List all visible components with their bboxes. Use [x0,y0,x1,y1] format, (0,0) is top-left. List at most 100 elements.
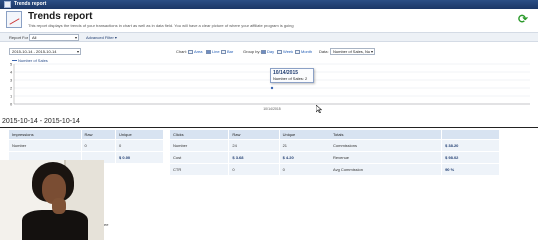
chart-controls: 2015-10-14 - 2015-10-14 ▾ Chart: Area Li… [0,47,538,56]
page-header: Trends report This report displays the t… [0,9,538,31]
date-range-select[interactable]: 2015-10-14 - 2015-10-14 ▾ [9,48,81,55]
column-header [441,130,500,139]
group-option-week[interactable]: Week [277,49,293,54]
trends-chart-icon [6,11,22,28]
date-range-value: 2015-10-14 - 2015-10-14 [12,49,57,54]
webcam-person-hand [52,198,66,214]
chart-option-line[interactable]: Line [206,49,220,54]
day-icon [261,50,266,54]
cell-value: $ 3.68 [228,150,280,163]
bar-chart-icon [221,50,226,54]
report-for-select[interactable]: All ▾ [29,34,79,41]
refresh-icon[interactable]: ⟳ [517,13,529,25]
chart-option-bar[interactable]: Bar [221,49,233,54]
group-by-label: Group by: [243,49,261,54]
chart-option-area[interactable]: Area [188,49,202,54]
cell-value: $ 4.20 [279,150,336,163]
filter-bar: Report For All ▾ Advanced Filter ▾ [0,32,538,42]
y-tick-label: 3 [10,78,13,83]
cell-value: 90 % [441,162,500,175]
group-option-week-label: Week [283,49,294,54]
advanced-filter-label: Advanced Filter [86,35,114,40]
report-for-label: Report For [9,35,29,40]
impressions-table: Impressions Raw Unique Number 0 0 $ 0.00 [9,130,164,163]
window-title: Trends report [14,1,47,7]
group-option-day[interactable]: Day [261,49,274,54]
page-description: This report displays the trends of your … [28,23,294,28]
chevron-down-icon: ▾ [370,49,373,54]
data-point [270,86,274,90]
row-label: Commissions [330,138,443,151]
cell-value: 21 [279,138,336,151]
week-icon [277,50,282,54]
chevron-down-icon: ▾ [74,35,77,40]
range-heading: 2015-10-14 - 2015-10-14 [2,118,80,125]
group-option-day-label: Day [267,49,275,54]
area-chart-icon [188,50,193,54]
table-row: Commissions $ 38.20 [330,138,500,151]
trends-chart: Number of Sales 5 4 3 2 1 0 10/14/2015 [0,58,538,114]
y-tick-label: 4 [10,70,13,75]
y-tick-label: 5 [10,62,13,67]
row-label: Avg Commission [330,162,443,175]
chevron-down-icon: ▾ [76,49,79,54]
column-header: Impressions [9,130,82,139]
column-header: Raw [81,130,117,139]
webcam-overlay [0,160,104,240]
app-icon [4,1,11,8]
cell-value: $ 0.00 [115,150,164,163]
cell-value: $ 38.20 [441,138,500,151]
table-row: Avg Commission 90 % [330,162,500,175]
row-label: Cost [170,150,230,163]
column-header: Clicks [170,130,230,139]
group-option-month-label: Month [301,49,313,54]
line-chart-icon [206,50,211,54]
table-header-row: Clicks Raw Unique [170,130,336,139]
row-label: Number [9,138,82,151]
row-label: Number [170,138,230,151]
chart-type-label: Chart: [176,49,187,54]
row-label: Revenue [330,150,443,163]
column-header: Raw [228,130,280,139]
cell-value: 0 [279,162,336,175]
table-header-row: Totals [330,130,500,139]
cell-value: $ 98.02 [441,150,500,163]
cell-value: 24 [228,138,280,151]
row-label: CTR [170,162,230,175]
report-for-value: All [32,35,37,40]
chart-option-area-label: Area [194,49,203,54]
cell-value: 0 [115,138,164,151]
table-row: Revenue $ 98.02 [330,150,500,163]
column-header: Unique [115,130,164,139]
x-tick-label: 10/14/2015 [263,107,281,111]
chart-option-bar-label: Bar [227,49,234,54]
table-row: Number 24 21 [170,138,336,151]
totals-table: Totals Commissions $ 38.20 Revenue $ 98.02 Av… [330,130,500,175]
cell-value: 0 [81,138,117,151]
section-divider [0,127,538,128]
y-tick-label: 1 [10,94,13,99]
data-select[interactable]: Number of Sales, Nu ▾ [330,48,375,55]
tooltip-value: Number of Sales: 2 [273,76,308,81]
chart-option-line-label: Line [212,49,220,54]
table-row: Number 0 0 [9,138,164,151]
chart-tooltip: 10/14/2015 Number of Sales: 2 [270,68,314,83]
column-header: Totals [330,130,443,139]
group-option-month[interactable]: Month [295,49,312,54]
clicks-table: Clicks Raw Unique Number 24 21 Cost $ 3.68 $ 4.2… [170,130,336,175]
data-select-value: Number of Sales, Nu [333,49,371,54]
chart-canvas: 5 4 3 2 1 0 10/14/2015 [10,62,530,111]
y-tick-label: 0 [10,102,13,107]
table-header-row: Impressions Raw Unique [9,130,164,139]
page-title: Trends report [28,11,93,22]
y-tick-label: 2 [10,86,13,91]
window-titlebar: Trends report [0,0,538,9]
webcam-side-label: ee [104,222,109,227]
advanced-filter-button[interactable]: Advanced Filter ▾ [86,34,117,42]
column-header: Unique [279,130,336,139]
cell-value: 0 [228,162,280,175]
table-row: CTR 0 0 [170,162,336,175]
table-row: Cost $ 3.68 $ 4.20 [170,150,336,163]
webcam-person-body [22,210,88,240]
data-label: Data: [319,49,329,54]
